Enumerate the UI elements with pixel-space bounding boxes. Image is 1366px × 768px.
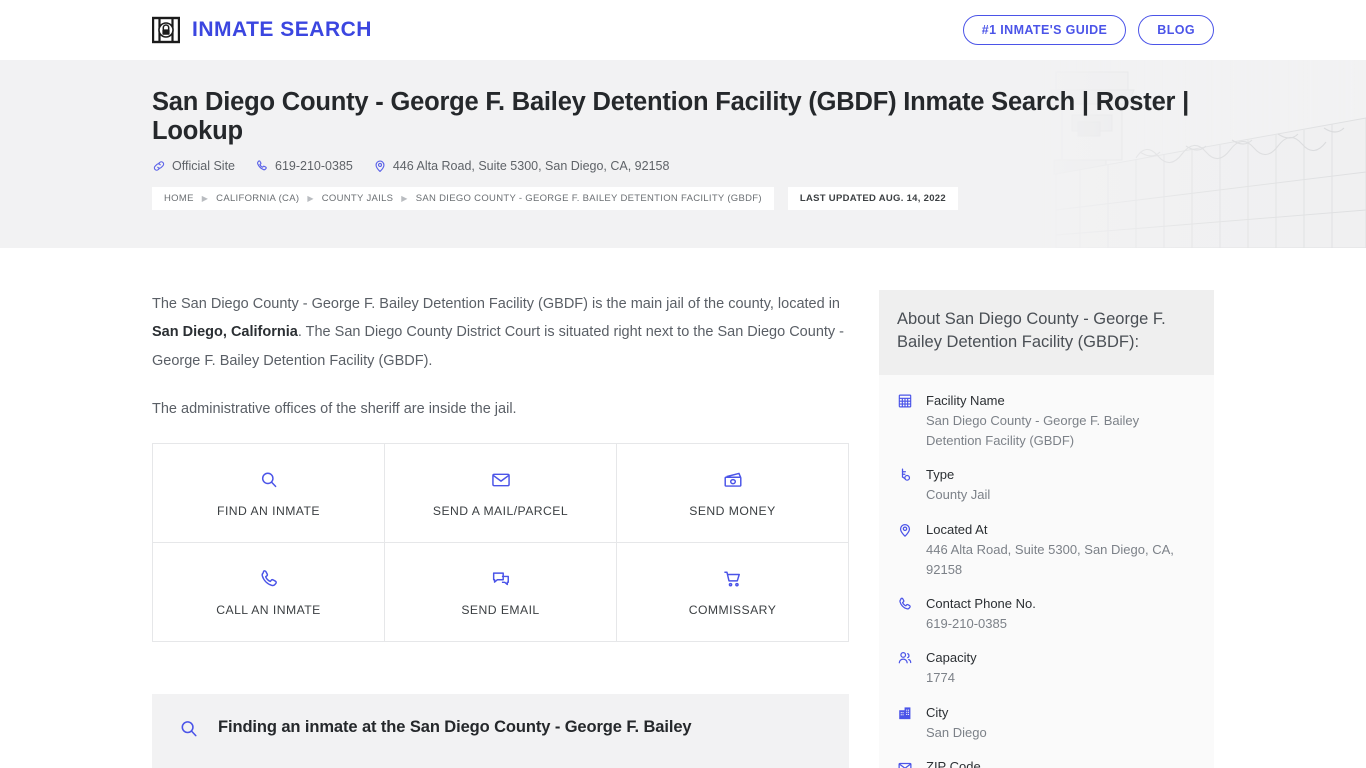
breadcrumb: HOME ▶ CALIFORNIA (CA) ▶ COUNTY JAILS ▶ … bbox=[152, 187, 1214, 211]
find-an-inmate-tile[interactable]: FIND AN INMATE bbox=[153, 444, 385, 544]
blog-button[interactable]: BLOG bbox=[1138, 15, 1214, 45]
building-grid-icon bbox=[897, 391, 914, 451]
fact-type-value: County Jail bbox=[926, 487, 991, 503]
fact-city: City San Diego bbox=[897, 703, 1196, 743]
fact-located-at: Located At 446 Alta Road, Suite 5300, Sa… bbox=[897, 520, 1196, 580]
hero-phone[interactable]: 619-210-0385 bbox=[255, 159, 353, 173]
fact-located-at-value: 446 Alta Road, Suite 5300, San Diego, CA… bbox=[926, 541, 1174, 577]
breadcrumb-item-county-jails[interactable]: COUNTY JAILS bbox=[322, 193, 394, 204]
call-an-inmate-label: CALL AN INMATE bbox=[216, 602, 321, 617]
fact-capacity-label: Capacity bbox=[926, 650, 977, 666]
fact-contact-phone-label: Contact Phone No. bbox=[926, 595, 1036, 611]
fact-contact-phone: Contact Phone No. 619-210-0385 bbox=[897, 594, 1196, 634]
official-site-link[interactable]: Official Site bbox=[152, 159, 235, 173]
envelope-icon bbox=[897, 757, 914, 768]
brand-logo-link[interactable]: INMATE SEARCH bbox=[151, 16, 372, 44]
chevron-right-icon: ▶ bbox=[201, 194, 209, 204]
envelope-icon bbox=[490, 469, 512, 491]
action-grid: FIND AN INMATE SEND A MAIL/PARCEL SEND M… bbox=[152, 443, 849, 643]
official-site-label: Official Site bbox=[172, 159, 235, 174]
send-email-tile[interactable]: SEND EMAIL bbox=[385, 543, 617, 643]
intro-paragraph-location: San Diego, California bbox=[152, 324, 298, 341]
fact-city-label: City bbox=[926, 704, 949, 720]
hero-phone-label: 619-210-0385 bbox=[275, 159, 353, 174]
finding-inmate-panel: Finding an inmate at the San Diego Count… bbox=[152, 694, 849, 768]
key-icon bbox=[897, 465, 914, 505]
city-icon bbox=[897, 703, 914, 743]
chevron-right-icon: ▶ bbox=[401, 194, 408, 204]
about-facility-card-header: About San Diego County - George F. Baile… bbox=[879, 290, 1214, 375]
finding-inmate-heading: Finding an inmate at the San Diego Count… bbox=[218, 718, 692, 737]
chat-bubble-icon bbox=[490, 568, 512, 590]
send-mail-parcel-label: SEND A MAIL/PARCEL bbox=[432, 503, 569, 518]
commissary-label: COMMISSARY bbox=[688, 602, 777, 617]
top-navigation-bar: INMATE SEARCH #1 INMATE'S GUIDE BLOG bbox=[0, 0, 1366, 60]
fact-facility-name: Facility Name San Diego County - George … bbox=[897, 391, 1196, 451]
hero-address: 446 Alta Road, Suite 5300, San Diego, CA… bbox=[373, 159, 670, 174]
hero-meta-row: Official Site 619-210-0385 446 Alta Road… bbox=[152, 159, 1214, 173]
send-email-label: SEND EMAIL bbox=[461, 602, 540, 617]
breadcrumb-item-california[interactable]: CALIFORNIA (CA) bbox=[216, 193, 299, 204]
send-mail-parcel-tile[interactable]: SEND A MAIL/PARCEL bbox=[385, 444, 617, 544]
fact-city-value: San Diego bbox=[926, 724, 987, 740]
hero-address-label: 446 Alta Road, Suite 5300, San Diego, CA… bbox=[392, 159, 670, 174]
fact-capacity-value: 1774 bbox=[926, 670, 955, 686]
fact-zip-code-label: ZIP Code bbox=[926, 758, 981, 768]
link-icon bbox=[152, 159, 166, 173]
find-an-inmate-label: FIND AN INMATE bbox=[217, 503, 320, 518]
fact-facility-name-label: Facility Name bbox=[926, 392, 1005, 408]
nav-actions: #1 INMATE'S GUIDE BLOG bbox=[962, 15, 1214, 45]
hero-section: San Diego County - George F. Bailey Dete… bbox=[0, 60, 1366, 248]
commissary-tile[interactable]: COMMISSARY bbox=[617, 543, 849, 643]
send-money-label: SEND MONEY bbox=[689, 503, 776, 518]
phone-icon bbox=[255, 159, 269, 173]
users-icon bbox=[897, 648, 914, 688]
intro-paragraph-part1: The San Diego County - George F. Bailey … bbox=[152, 296, 840, 312]
shopping-cart-icon bbox=[722, 568, 744, 590]
fact-contact-phone-value: 619-210-0385 bbox=[926, 616, 1007, 632]
call-an-inmate-tile[interactable]: CALL AN INMATE bbox=[153, 543, 385, 643]
jail-lock-icon bbox=[151, 16, 181, 44]
about-facility-card: About San Diego County - George F. Baile… bbox=[879, 290, 1214, 768]
about-facility-card-body: Facility Name San Diego County - George … bbox=[879, 375, 1214, 768]
about-facility-heading: About San Diego County - George F. Baile… bbox=[897, 310, 1166, 352]
brand-name: INMATE SEARCH bbox=[192, 18, 372, 41]
chevron-right-icon: ▶ bbox=[307, 194, 314, 204]
send-money-tile[interactable]: SEND MONEY bbox=[617, 444, 849, 544]
main-column: The San Diego County - George F. Bailey … bbox=[152, 290, 849, 768]
fact-type-label: Type bbox=[926, 467, 955, 483]
fact-zip-code: ZIP Code bbox=[897, 757, 1196, 768]
secondary-paragraph: The administrative offices of the sherif… bbox=[152, 400, 517, 417]
banknote-icon bbox=[722, 469, 744, 491]
fact-type: Type County Jail bbox=[897, 465, 1196, 505]
fact-facility-name-value: San Diego County - George F. Bailey Dete… bbox=[926, 412, 1140, 449]
breadcrumb-bar: HOME ▶ CALIFORNIA (CA) ▶ COUNTY JAILS ▶ … bbox=[152, 187, 774, 211]
search-icon bbox=[178, 716, 200, 745]
breadcrumb-item-home[interactable]: HOME bbox=[164, 193, 194, 204]
page-title: San Diego County - George F. Bailey Dete… bbox=[152, 88, 1190, 145]
map-pin-icon bbox=[897, 520, 914, 580]
map-pin-icon bbox=[373, 159, 387, 173]
phone-icon bbox=[897, 594, 914, 634]
sidebar-column: About San Diego County - George F. Baile… bbox=[879, 290, 1214, 768]
page-body: The San Diego County - George F. Bailey … bbox=[0, 248, 1366, 768]
search-icon bbox=[258, 469, 280, 491]
intro-paragraph: The San Diego County - George F. Bailey … bbox=[152, 290, 849, 375]
fact-located-at-label: Located At bbox=[926, 521, 988, 537]
fact-capacity: Capacity 1774 bbox=[897, 648, 1196, 688]
breadcrumb-item-current[interactable]: SAN DIEGO COUNTY - GEORGE F. BAILEY DETE… bbox=[416, 193, 762, 204]
last-updated-badge: LAST UPDATED AUG. 14, 2022 bbox=[787, 187, 958, 211]
phone-icon bbox=[258, 568, 280, 590]
inmates-guide-button[interactable]: #1 INMATE'S GUIDE bbox=[962, 15, 1127, 45]
